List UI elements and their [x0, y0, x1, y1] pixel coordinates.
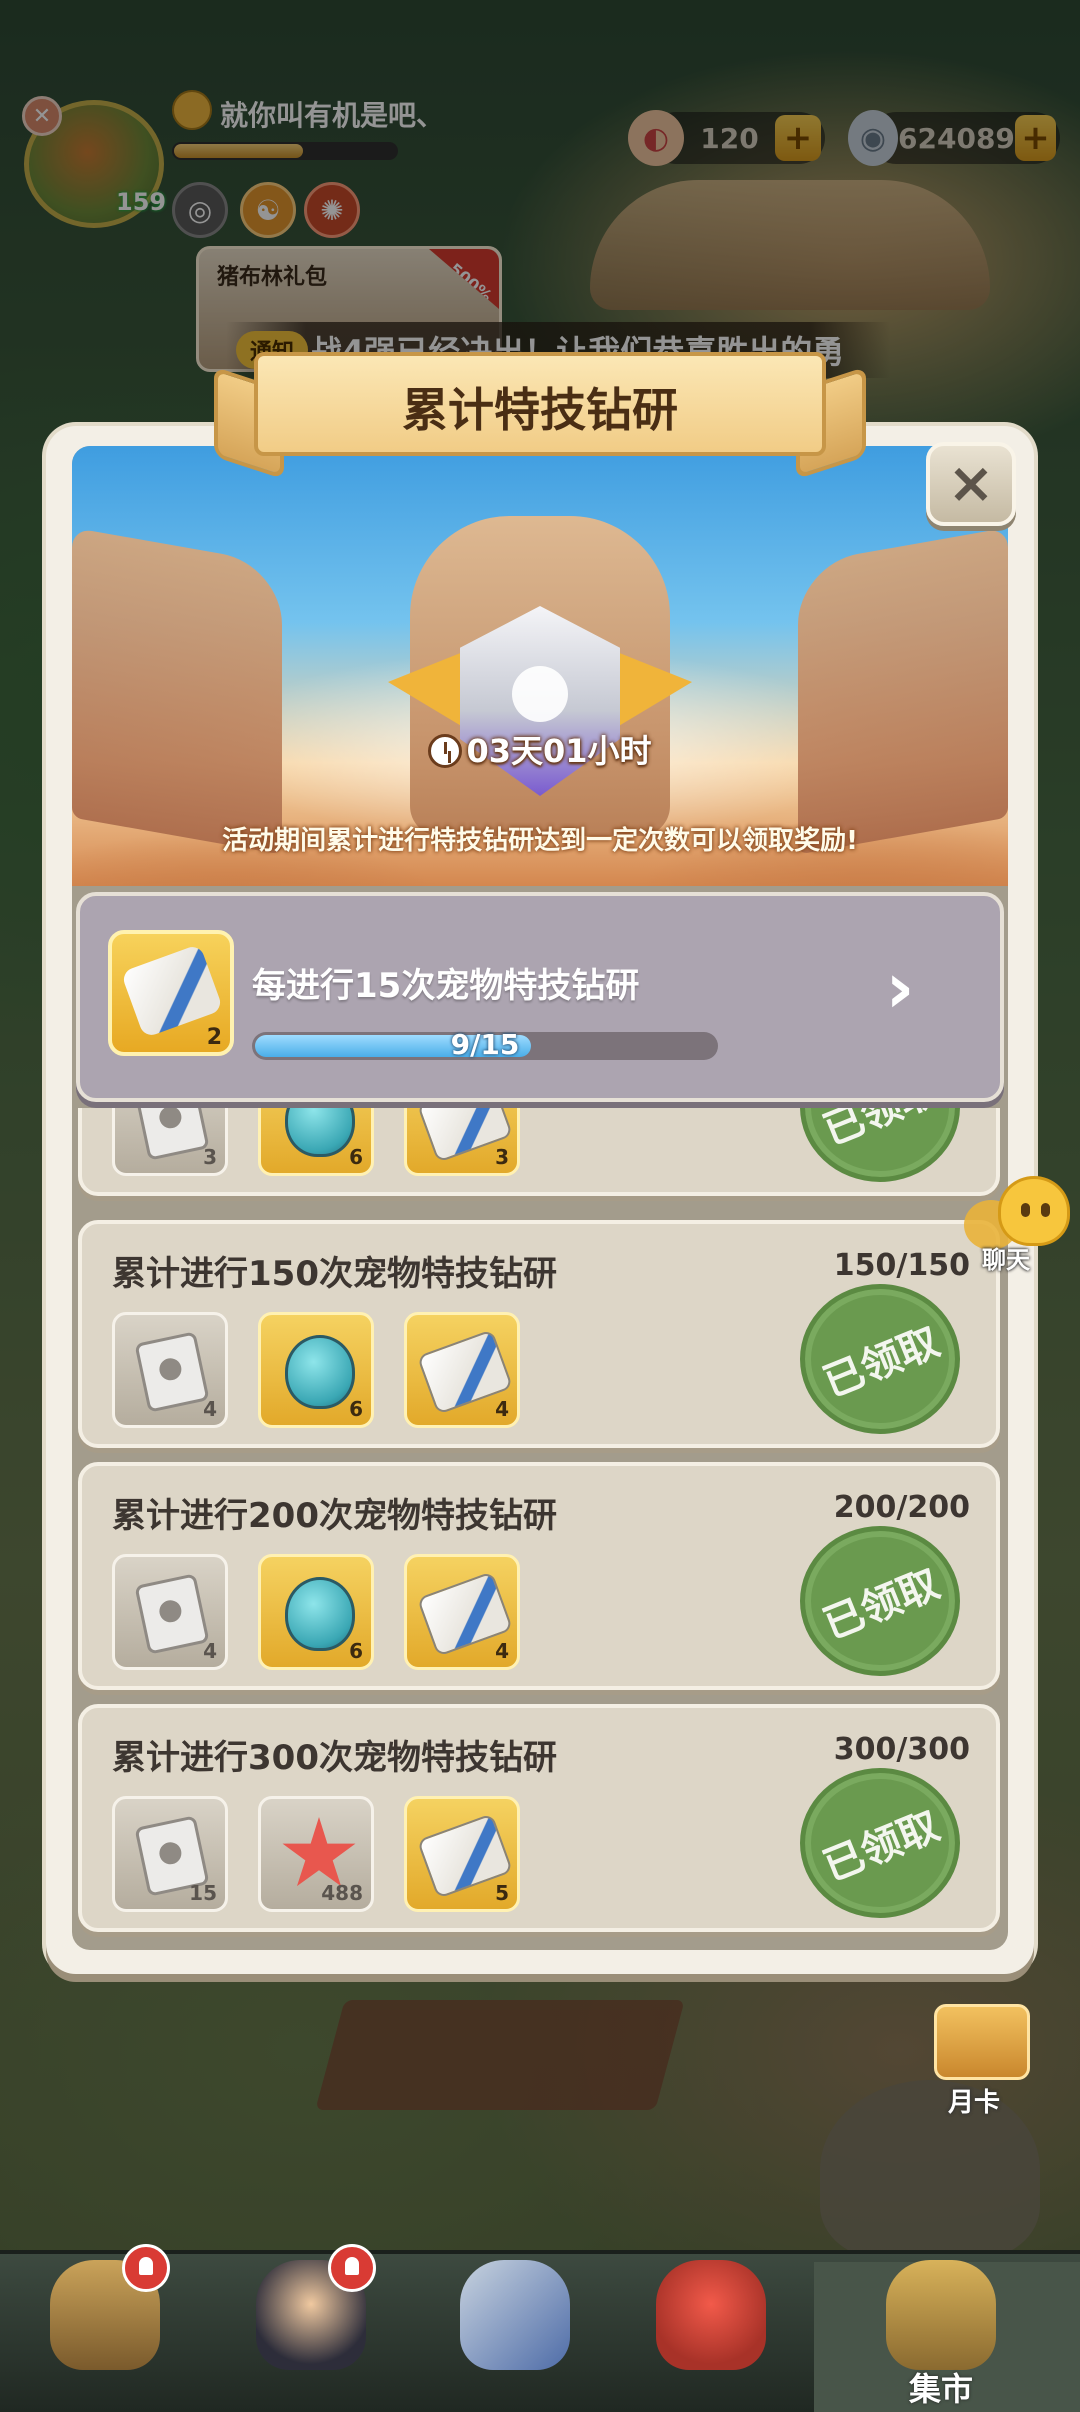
nav-market-label: 集市 [908, 2370, 973, 2408]
reward-qty: 5 [495, 1881, 509, 1905]
milestone-row: 累计进行300次宠物特技钻研 300/300 15 488 5 已领取 [78, 1704, 1000, 1932]
featured-progress-text: 9/15 [450, 1028, 520, 1061]
milestone-count: 200/200 [833, 1490, 970, 1525]
milestone-count: 300/300 [833, 1732, 970, 1767]
reward-qty: 15 [189, 1881, 217, 1905]
reward-qty: 4 [203, 1397, 217, 1421]
close-button[interactable]: × [926, 442, 1016, 526]
claimed-stamp-text: 已领取 [817, 1802, 946, 1891]
nav-caveman[interactable] [30, 2232, 180, 2402]
reward-qty: 4 [203, 1639, 217, 1663]
paw-paper-icon [134, 1108, 210, 1161]
ruin-right-art [798, 527, 1008, 855]
reward-slot[interactable]: 6 [258, 1108, 374, 1176]
reward-qty: 6 [349, 1639, 363, 1663]
featured-reward-row[interactable]: 2 每进行15次宠物特技钻研 9/15 › [76, 892, 1004, 1102]
nav-equipment[interactable] [440, 2232, 590, 2402]
reward-qty: 488 [321, 1881, 363, 1905]
milestone-title: 累计进行300次宠物特技钻研 [112, 1738, 557, 1778]
chat-button[interactable]: 聊天 [964, 1176, 1074, 1276]
month-card-label: 月卡 [948, 2088, 1001, 2118]
reward-slot[interactable]: 6 [258, 1312, 374, 1428]
month-card-icon [934, 2004, 1030, 2080]
reward-slot[interactable]: 488 [258, 1796, 374, 1912]
milestone-row: 累计进行200次宠物特技钻研 200/200 4 6 4 已领取 [78, 1462, 1000, 1690]
totem-market-icon [886, 2260, 996, 2370]
nav-pets[interactable] [636, 2232, 786, 2402]
featured-reward-qty: 2 [206, 1025, 222, 1050]
reward-slot[interactable]: 15 [112, 1796, 228, 1912]
reward-qty: 3 [203, 1145, 217, 1169]
claimed-stamp: 已领取 [800, 1284, 960, 1434]
potion-icon [285, 1108, 355, 1157]
reward-slot[interactable]: 4 [404, 1554, 520, 1670]
panel-title: 累计特技钻研 [402, 383, 678, 437]
claimed-stamp-text: 已领取 [817, 1108, 946, 1155]
nav-hero[interactable] [236, 2232, 386, 2402]
claimed-stamp: 已领取 [800, 1108, 960, 1182]
event-timer-text: 03天01小时 [466, 732, 652, 770]
paw-paper-icon [134, 1331, 210, 1413]
reward-slot[interactable]: 4 [112, 1554, 228, 1670]
paw-paper-icon [134, 1573, 210, 1655]
claimed-stamp-text: 已领取 [817, 1318, 946, 1407]
claimed-stamp: 已领取 [800, 1526, 960, 1676]
paw-icon [512, 666, 568, 722]
clock-icon [428, 734, 463, 768]
notification-bell-icon [328, 2244, 376, 2292]
event-timer: 03天01小时 [72, 726, 1008, 772]
milestone-row: 3 6 3 已领取 [78, 1108, 1000, 1196]
reward-slot[interactable]: 6 [258, 1554, 374, 1670]
featured-reward-item[interactable]: 2 [108, 930, 234, 1056]
nav-market[interactable]: 集市 [866, 2232, 1016, 2408]
chat-label: 聊天 [982, 1246, 1030, 1274]
claimed-stamp-text: 已领取 [817, 1560, 946, 1649]
reward-slot[interactable]: 4 [112, 1312, 228, 1428]
milestone-title: 累计进行200次宠物特技钻研 [112, 1496, 557, 1536]
sword-icon [460, 2260, 570, 2370]
event-banner: 03天01小时 活动期间累计进行特技钻研达到一定次数可以领取奖励! [72, 446, 1008, 886]
month-card-button[interactable]: 月卡 [930, 2004, 1032, 2118]
milestone-list[interactable]: 3 6 3 已领取 累计进行150次宠物特技钻研 150/150 4 6 4 已… [72, 1108, 1008, 1948]
reward-qty: 3 [495, 1145, 509, 1169]
chat-face-icon [998, 1176, 1070, 1246]
featured-progress-bar: 9/15 [252, 1028, 718, 1061]
notification-bell-icon [122, 2244, 170, 2292]
milestone-title: 累计进行150次宠物特技钻研 [112, 1254, 557, 1294]
claimed-stamp: 已领取 [800, 1768, 960, 1918]
ruin-left-art [72, 527, 282, 855]
potion-icon [285, 1577, 355, 1651]
potion-icon [285, 1335, 355, 1409]
reward-qty: 6 [349, 1397, 363, 1421]
reward-qty: 4 [495, 1639, 509, 1663]
dino-pet-icon [656, 2260, 766, 2370]
reward-slot[interactable]: 3 [404, 1108, 520, 1176]
featured-reward-label: 每进行15次宠物特技钻研 [252, 966, 640, 1006]
chevron-right-icon[interactable]: › [870, 953, 930, 1023]
event-description: 活动期间累计进行特技钻研达到一定次数可以领取奖励! [222, 826, 858, 856]
reward-qty: 4 [495, 1397, 509, 1421]
panel-title-scroll: 累计特技钻研 [214, 338, 866, 480]
reward-slot[interactable]: 3 [112, 1108, 228, 1176]
reward-qty: 6 [349, 1145, 363, 1169]
milestone-count: 150/150 [833, 1248, 970, 1283]
reward-slot[interactable]: 4 [404, 1312, 520, 1428]
reward-slot[interactable]: 5 [404, 1796, 520, 1912]
milestone-row: 累计进行150次宠物特技钻研 150/150 4 6 4 已领取 [78, 1220, 1000, 1448]
